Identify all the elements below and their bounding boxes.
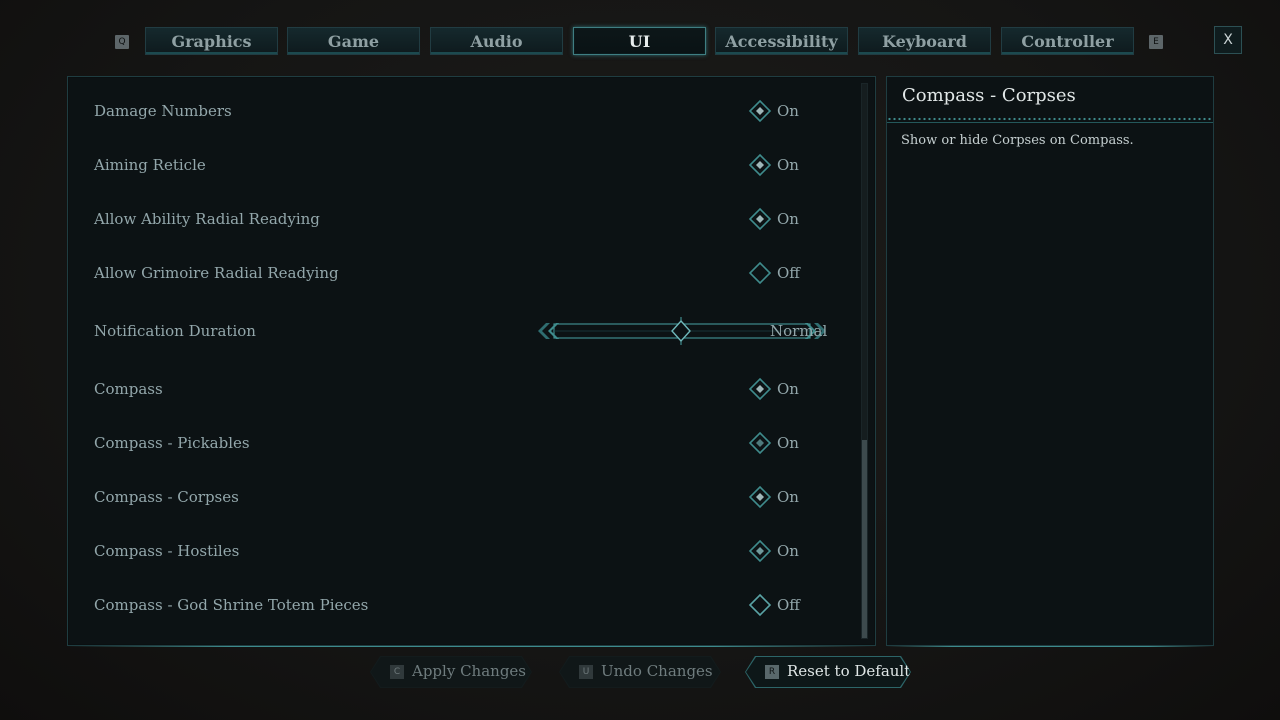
toggle-value: On <box>777 380 799 398</box>
damage-numbers-toggle[interactable]: On <box>748 99 828 123</box>
toggle-value: On <box>777 434 799 452</box>
toggle-value: On <box>777 156 799 174</box>
scrollbar-thumb[interactable] <box>862 440 867 638</box>
undo-changes-button[interactable]: U Undo Changes <box>559 656 721 688</box>
setting-label: Compass - God Shrine Totem Pieces <box>94 596 369 614</box>
setting-label: Compass - Corpses <box>94 488 239 506</box>
compass-toggle[interactable]: On <box>748 377 828 401</box>
setting-row-notification-duration[interactable]: Notification Duration Normal <box>68 304 858 358</box>
tab-accessibility[interactable]: Accessibility <box>715 27 848 55</box>
toggle-value: Off <box>777 264 800 282</box>
toggle-value: On <box>777 210 799 228</box>
reset-key-icon: R <box>765 665 779 679</box>
ability-radial-toggle[interactable]: On <box>748 207 828 231</box>
scrollbar[interactable] <box>861 83 868 639</box>
aiming-reticle-toggle[interactable]: On <box>748 153 828 177</box>
tab-game[interactable]: Game <box>287 27 420 55</box>
slider-value: Normal <box>770 322 828 340</box>
god-shrine-totems-toggle[interactable]: Off <box>748 593 828 617</box>
compass-pickables-toggle[interactable]: On <box>748 431 828 455</box>
setting-row-god-shrine-totems[interactable]: Compass - God Shrine Totem Pieces Off <box>68 578 858 632</box>
setting-label: Compass - Pickables <box>94 434 250 452</box>
tab-controller[interactable]: Controller <box>1001 27 1134 55</box>
tab-graphics[interactable]: Graphics <box>145 27 278 55</box>
reset-to-default-label: Reset to Default <box>787 662 911 680</box>
toggle-value: Off <box>777 596 800 614</box>
description-panel: Compass - Corpses Show or hide Corpses o… <box>886 76 1214 647</box>
setting-label: Compass - Hostiles <box>94 542 240 560</box>
apply-key-icon: C <box>390 665 404 679</box>
setting-row-grimoire-radial[interactable]: Allow Grimoire Radial Readying Off <box>68 246 858 300</box>
setting-row-compass-corpses[interactable]: Compass - Corpses On <box>68 470 858 524</box>
setting-row-compass-pickables[interactable]: Compass - Pickables On <box>68 416 858 470</box>
setting-label: Damage Numbers <box>94 102 232 120</box>
setting-row-ability-radial[interactable]: Allow Ability Radial Readying On <box>68 192 858 246</box>
toggle-on-icon <box>748 539 772 563</box>
close-button[interactable]: X <box>1214 26 1242 54</box>
setting-label: Allow Grimoire Radial Readying <box>94 264 339 282</box>
toggle-on-icon <box>748 99 772 123</box>
ornamental-divider <box>887 116 1213 123</box>
toggle-value: On <box>777 542 799 560</box>
toggle-on-icon <box>748 377 772 401</box>
undo-changes-label: Undo Changes <box>601 662 713 680</box>
setting-label: Allow Ability Radial Readying <box>94 210 320 228</box>
reset-to-default-button[interactable]: R Reset to Default <box>745 656 911 688</box>
toggle-value: On <box>777 488 799 506</box>
slider-thumb[interactable] <box>671 317 691 345</box>
setting-label: Aiming Reticle <box>94 156 206 174</box>
settings-panel: Damage Numbers On Aiming Reticle On Allo… <box>67 76 876 647</box>
toggle-on-icon <box>748 431 772 455</box>
tab-keyboard[interactable]: Keyboard <box>858 27 991 55</box>
setting-row-compass[interactable]: Compass On <box>68 362 858 416</box>
toggle-on-icon <box>748 153 772 177</box>
toggle-on-icon <box>748 207 772 231</box>
toggle-on-icon <box>748 485 772 509</box>
setting-row-compass-hostiles[interactable]: Compass - Hostiles On <box>68 524 858 578</box>
setting-row-aiming-reticle[interactable]: Aiming Reticle On <box>68 138 858 192</box>
apply-changes-button[interactable]: C Apply Changes <box>370 656 532 688</box>
next-tab-key[interactable]: E <box>1149 35 1163 49</box>
description-title: Compass - Corpses <box>902 85 1076 106</box>
setting-label: Compass <box>94 380 163 398</box>
undo-key-icon: U <box>579 665 593 679</box>
toggle-off-icon <box>748 261 772 285</box>
compass-hostiles-toggle[interactable]: On <box>748 539 828 563</box>
setting-row-damage-numbers[interactable]: Damage Numbers On <box>68 84 858 138</box>
toggle-off-icon <box>748 593 772 617</box>
toggle-value: On <box>777 102 799 120</box>
setting-label: Notification Duration <box>94 322 256 340</box>
tab-ui[interactable]: UI <box>573 27 706 55</box>
compass-corpses-toggle[interactable]: On <box>748 485 828 509</box>
description-text: Show or hide Corpses on Compass. <box>901 133 1134 148</box>
grimoire-radial-toggle[interactable]: Off <box>748 261 828 285</box>
tab-audio[interactable]: Audio <box>430 27 563 55</box>
apply-changes-label: Apply Changes <box>412 662 526 680</box>
prev-tab-key[interactable]: Q <box>115 35 129 49</box>
